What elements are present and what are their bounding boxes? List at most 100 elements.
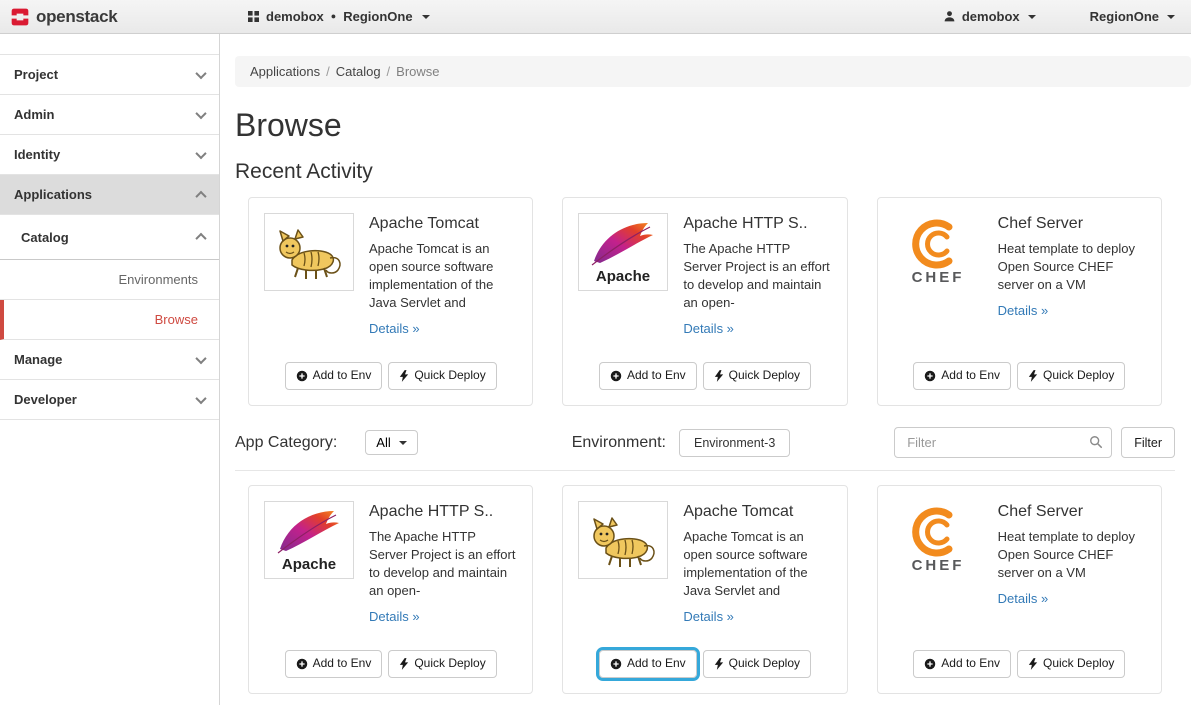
details-link[interactable]: Details » [998, 303, 1049, 318]
bolt-icon [399, 370, 409, 382]
quick-deploy-button[interactable]: Quick Deploy [703, 362, 811, 390]
grid-icon [248, 11, 259, 22]
filter-input[interactable] [894, 427, 1112, 458]
app-title: Apache Tomcat [369, 215, 517, 233]
sidebar-item-label: Applications [14, 187, 92, 202]
sidebar-item-environments[interactable]: Environments [0, 260, 219, 300]
environment-label: Environment: [572, 434, 666, 452]
app-category-value: All [376, 435, 390, 450]
add-to-env-button[interactable]: Add to Env [285, 362, 383, 390]
details-link[interactable]: Details » [998, 591, 1049, 606]
sidebar-item-catalog[interactable]: Catalog [0, 215, 219, 260]
chevron-down-icon [1028, 15, 1036, 19]
region-menu[interactable]: RegionOne [1090, 9, 1175, 24]
quick-deploy-label: Quick Deploy [414, 656, 485, 672]
add-to-env-label: Add to Env [941, 368, 1000, 384]
quick-deploy-button[interactable]: Quick Deploy [388, 650, 496, 678]
sidebar-item-browse[interactable]: Browse [0, 300, 219, 340]
filter-search [894, 427, 1112, 458]
app-title: Apache Tomcat [683, 503, 831, 521]
add-to-env-button[interactable]: Add to Env [599, 362, 697, 390]
sidebar-item-label: Project [14, 67, 58, 82]
breadcrumb: Applications/Catalog/Browse [235, 56, 1191, 87]
chevron-down-icon [195, 107, 206, 118]
add-to-env-button[interactable]: Add to Env [599, 650, 697, 678]
details-link[interactable]: Details » [369, 321, 420, 336]
chevron-down-icon [1167, 15, 1175, 19]
add-to-env-button[interactable]: Add to Env [913, 362, 1011, 390]
project-region-switcher[interactable]: demobox ● RegionOne [248, 9, 430, 24]
chevron-down-icon [399, 441, 407, 445]
details-link[interactable]: Details » [369, 609, 420, 624]
svg-text:Apache: Apache [596, 268, 650, 285]
sidebar-item-project[interactable]: Project [0, 55, 219, 95]
sidebar-item-applications[interactable]: Applications [0, 175, 219, 215]
app-description: Apache Tomcat is an open source software… [369, 240, 517, 312]
breadcrumb-applications[interactable]: Applications [250, 64, 320, 79]
sidebar-item-label: Admin [14, 107, 54, 122]
app-category-dropdown[interactable]: All [365, 430, 417, 455]
chevron-down-icon [422, 15, 430, 19]
bolt-icon [714, 658, 724, 670]
quick-deploy-button[interactable]: Quick Deploy [388, 362, 496, 390]
plus-circle-icon [296, 370, 308, 382]
sidebar-item-label: Identity [14, 147, 60, 162]
chevron-up-icon [195, 190, 206, 201]
chef-logo: CHEF [893, 501, 983, 579]
current-region: RegionOne [343, 9, 412, 24]
sidebar-item-manage[interactable]: Manage [0, 340, 219, 380]
add-to-env-button[interactable]: Add to Env [285, 650, 383, 678]
quick-deploy-button[interactable]: Quick Deploy [1017, 650, 1125, 678]
openstack-brand[interactable]: openstack [0, 7, 220, 27]
section-divider [235, 470, 1175, 471]
quick-deploy-label: Quick Deploy [1043, 656, 1114, 672]
app-card-apache-http: Apache Apache HTTP S.. The Apache HTTP S… [248, 485, 533, 694]
chevron-down-icon [195, 147, 206, 158]
breadcrumb-separator: / [387, 64, 391, 79]
app-title: Chef Server [998, 215, 1146, 233]
sidebar-item-label: Developer [14, 392, 77, 407]
bolt-icon [1028, 370, 1038, 382]
breadcrumb-catalog[interactable]: Catalog [336, 64, 381, 79]
chevron-down-icon [195, 352, 206, 363]
plus-circle-icon [610, 658, 622, 670]
sidebar-item-admin[interactable]: Admin [0, 95, 219, 135]
search-icon [1089, 435, 1103, 452]
details-link[interactable]: Details » [683, 321, 734, 336]
quick-deploy-button[interactable]: Quick Deploy [1017, 362, 1125, 390]
add-to-env-button[interactable]: Add to Env [913, 650, 1011, 678]
sidebar-item-label: Catalog [21, 230, 69, 245]
tomcat-logo [578, 501, 668, 579]
sidebar-item-label: Browse [155, 312, 198, 327]
add-to-env-label: Add to Env [313, 368, 372, 384]
region-menu-label: RegionOne [1090, 9, 1159, 24]
sidebar: Project Admin Identity Applications Cata… [0, 34, 220, 705]
quick-deploy-button[interactable]: Quick Deploy [703, 650, 811, 678]
environment-select-button[interactable]: Environment-3 [679, 429, 790, 457]
user-menu-label: demobox [962, 9, 1020, 24]
apache-feather-logo: Apache [578, 213, 668, 291]
catalog-filter-bar: App Category: All Environment: Environme… [235, 427, 1175, 458]
sidebar-item-label: Environments [119, 272, 198, 287]
details-link[interactable]: Details » [683, 609, 734, 624]
sidebar-item-identity[interactable]: Identity [0, 135, 219, 175]
app-description: Heat template to deploy Open Source CHEF… [998, 528, 1146, 582]
openstack-logo-icon [10, 7, 30, 27]
plus-circle-icon [610, 370, 622, 382]
add-to-env-label: Add to Env [941, 656, 1000, 672]
plus-circle-icon [924, 658, 936, 670]
page-title: Browse [235, 107, 1175, 144]
tomcat-logo [264, 213, 354, 291]
recent-activity-heading: Recent Activity [235, 160, 1175, 184]
top-navbar: openstack demobox ● RegionOne demobox Re… [0, 0, 1191, 34]
filter-button[interactable]: Filter [1121, 427, 1175, 458]
catalog-cards: Apache Apache HTTP S.. The Apache HTTP S… [248, 485, 1162, 694]
chef-logo: CHEF [893, 213, 983, 291]
app-description: The Apache HTTP Server Project is an eff… [683, 240, 831, 312]
current-project: demobox [266, 9, 324, 24]
app-card-tomcat: Apache Tomcat Apache Tomcat is an open s… [248, 197, 533, 406]
chevron-up-icon [195, 233, 206, 244]
user-menu[interactable]: demobox [943, 9, 1036, 24]
sidebar-item-developer[interactable]: Developer [0, 380, 219, 420]
chevron-down-icon [195, 67, 206, 78]
